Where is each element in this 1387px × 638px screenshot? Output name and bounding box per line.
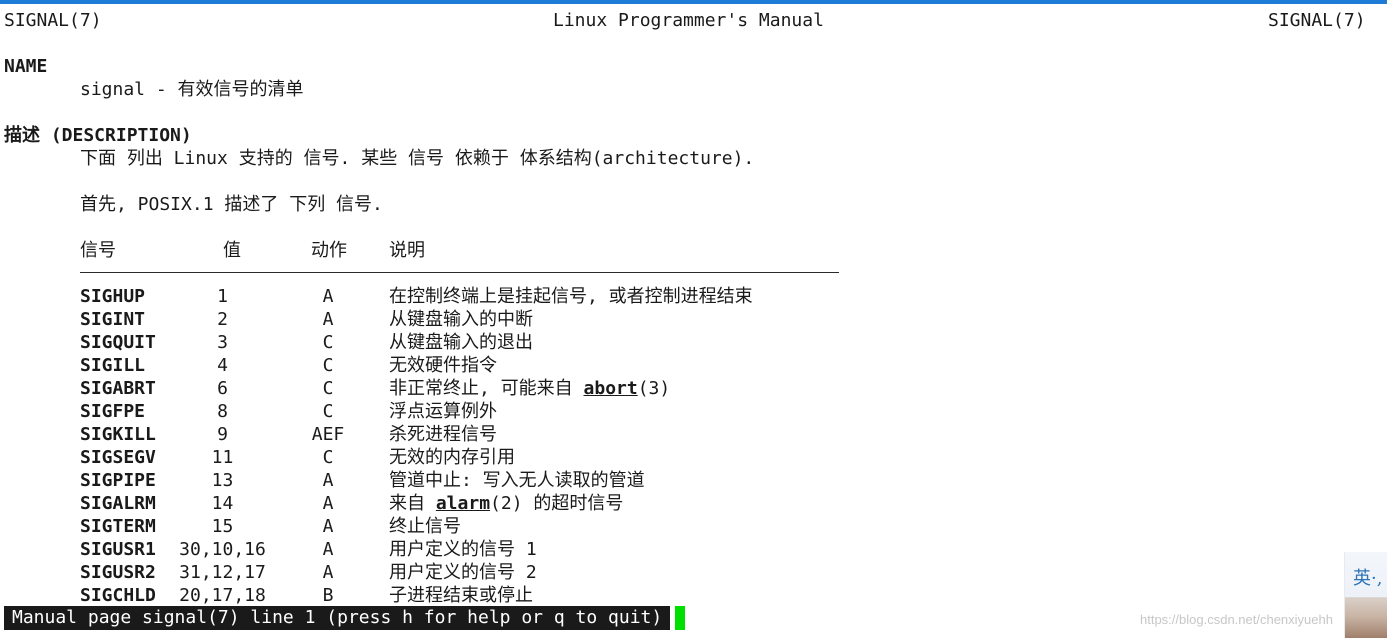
avatar-widget[interactable]: 英·, [1344, 552, 1387, 638]
signal-value: 4 [217, 355, 228, 376]
table-header-comment: 说明 [389, 240, 425, 261]
table-header-divider [80, 272, 839, 273]
signal-action: AEF [311, 424, 345, 445]
signal-comment-prefix: 来自 [389, 493, 436, 514]
signal-comment: 终止信号 [389, 516, 461, 537]
signal-name: SIGUSR2 [80, 562, 156, 583]
signal-value: 8 [217, 401, 228, 422]
man-page-link[interactable]: alarm [436, 493, 490, 514]
signal-action: C [322, 355, 334, 376]
signal-value: 2 [217, 309, 228, 330]
signal-action: A [322, 562, 334, 583]
signal-comment: 浮点运算例外 [389, 401, 497, 422]
signal-value: 11 [211, 447, 234, 468]
signal-comment: 子进程结束或停止 [389, 585, 533, 606]
avatar-text: 英·, [1353, 568, 1383, 589]
signal-action: A [322, 309, 334, 330]
signal-comment: 在控制终端上是挂起信号, 或者控制进程结束 [389, 286, 753, 307]
signal-name: SIGALRM [80, 493, 156, 514]
signal-comment-suffix: (3) [637, 378, 671, 399]
signal-value: 14 [211, 493, 234, 514]
terminal-cursor [675, 606, 685, 630]
signal-name: SIGILL [80, 355, 146, 376]
signal-name: SIGHUP [80, 286, 146, 307]
signal-action: C [322, 378, 334, 399]
signal-value: 20,17,18 [179, 585, 266, 606]
signal-action: A [322, 470, 334, 491]
section-description-heading: 描述 (DESCRIPTION) [4, 125, 192, 146]
signal-action: C [322, 401, 334, 422]
signal-name: SIGABRT [80, 378, 156, 399]
signal-comment: 来自 alarm(2) 的超时信号 [389, 492, 623, 515]
signal-name: SIGKILL [80, 424, 156, 445]
signal-comment: 无效硬件指令 [389, 355, 497, 376]
signal-comment-suffix: (2) 的超时信号 [490, 493, 624, 514]
terminal-man-page[interactable]: SIGNAL(7) Linux Programmer's Manual SIGN… [0, 0, 1387, 638]
watermark: https://blog.csdn.net/chenxiyuehh [1140, 612, 1333, 627]
signal-action: A [322, 539, 334, 560]
table-header-value: 值 [223, 240, 241, 261]
signal-action: A [322, 286, 334, 307]
signal-action: C [322, 447, 334, 468]
signal-comment: 无效的内存引用 [389, 447, 515, 468]
signal-comment: 非正常终止, 可能来自 abort(3) [389, 377, 670, 400]
section-name-heading: NAME [4, 56, 48, 77]
signal-value: 15 [211, 516, 234, 537]
status-bar: Manual page signal(7) line 1 (press h fo… [4, 606, 671, 630]
signal-comment: 从键盘输入的中断 [389, 309, 533, 330]
signal-name: SIGINT [80, 309, 146, 330]
signal-value: 1 [217, 286, 228, 307]
signal-name: SIGUSR1 [80, 539, 156, 560]
man-page-link[interactable]: abort [584, 378, 638, 399]
signal-name: SIGFPE [80, 401, 146, 422]
signal-value: 6 [217, 378, 228, 399]
signal-action: A [322, 516, 334, 537]
signal-value: 30,10,16 [179, 539, 266, 560]
signal-comment-prefix: 非正常终止, 可能来自 [389, 378, 584, 399]
signal-name: SIGTERM [80, 516, 156, 537]
signal-comment: 从键盘输入的退出 [389, 332, 533, 353]
signal-comment: 管道中止: 写入无人读取的管道 [389, 470, 645, 491]
signal-name: SIGCHLD [80, 585, 156, 606]
header-right: SIGNAL(7) [1268, 10, 1366, 31]
header-left: SIGNAL(7) [4, 10, 102, 31]
description-paragraph-2: 首先, POSIX.1 描述了 下列 信号. [80, 194, 383, 215]
signal-value: 31,12,17 [179, 562, 266, 583]
signal-action: A [322, 493, 334, 514]
signal-comment: 用户定义的信号 1 [389, 539, 537, 560]
signal-value: 3 [217, 332, 228, 353]
signal-name: SIGSEGV [80, 447, 156, 468]
signal-action: B [322, 585, 334, 606]
signal-name: SIGQUIT [80, 332, 156, 353]
table-header-action: 动作 [311, 240, 347, 261]
signal-comment: 用户定义的信号 2 [389, 562, 537, 583]
signal-comment: 杀死进程信号 [389, 424, 497, 445]
signal-value: 9 [217, 424, 228, 445]
description-paragraph-1: 下面 列出 Linux 支持的 信号. 某些 信号 依赖于 体系结构(archi… [80, 148, 755, 169]
signal-name: SIGPIPE [80, 470, 156, 491]
signal-action: C [322, 332, 334, 353]
table-header-signal: 信号 [80, 240, 116, 261]
section-name-text: signal - 有效信号的清单 [80, 79, 304, 100]
signal-value: 13 [211, 470, 234, 491]
header-center: Linux Programmer's Manual [553, 10, 824, 31]
